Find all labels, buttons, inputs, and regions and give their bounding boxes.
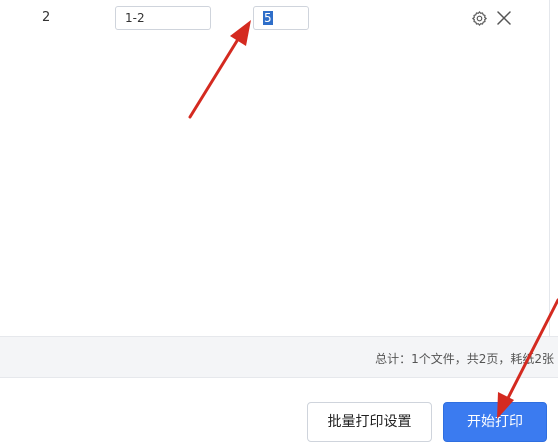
- copies-input[interactable]: 5: [253, 6, 309, 30]
- close-icon[interactable]: [496, 10, 512, 26]
- print-dialog: 2 1-2 5 总计：1个文件，共2页，耗纸2张 批量打印设置 开始打印: [0, 0, 558, 444]
- gear-icon[interactable]: [471, 10, 488, 27]
- row-index: 2: [42, 10, 51, 25]
- summary-text: 总计：1个文件，共2页，耗纸2张: [375, 352, 554, 366]
- table-row: 2 1-2 5: [0, 0, 549, 36]
- file-table: 2 1-2 5: [0, 0, 550, 336]
- batch-print-settings-button[interactable]: 批量打印设置: [307, 402, 432, 442]
- page-range-input[interactable]: 1-2: [115, 6, 211, 30]
- copies-value: 5: [263, 11, 273, 25]
- summary-bar: 总计：1个文件，共2页，耗纸2张: [0, 336, 558, 378]
- start-print-button[interactable]: 开始打印: [443, 402, 547, 442]
